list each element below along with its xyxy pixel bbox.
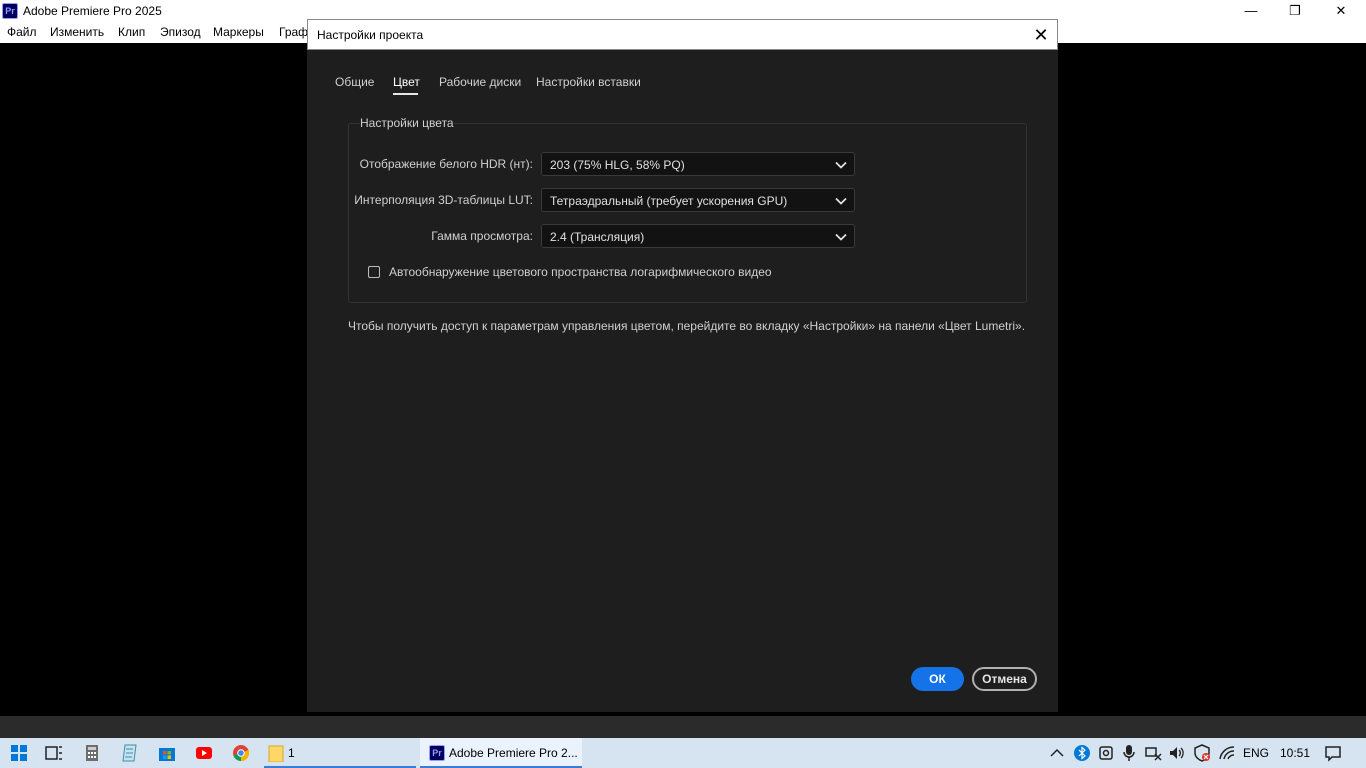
explorer-window-label[interactable]: 1: [288, 746, 295, 760]
calculator-icon[interactable]: [83, 744, 101, 762]
security-shield-icon[interactable]: [1193, 744, 1211, 762]
file-explorer-icon[interactable]: [268, 744, 286, 762]
viewing-gamma-select[interactable]: 2.4 (Трансляция): [541, 224, 855, 248]
tab-ingest-settings[interactable]: Настройки вставки: [536, 75, 641, 89]
group-title: Настройки цвета: [360, 116, 454, 130]
premiere-taskbar-icon: Pr: [429, 745, 445, 761]
tab-color[interactable]: Цвет: [393, 75, 420, 89]
menu-markers[interactable]: Маркеры: [213, 25, 264, 39]
menu-graphics[interactable]: Граф: [279, 25, 308, 39]
volume-icon[interactable]: [1168, 744, 1186, 762]
taskbar: 1 Pr Adobe Premiere Pro 2... ENG 10:51: [0, 738, 1366, 768]
input-language[interactable]: ENG: [1243, 746, 1269, 760]
network-disabled-icon[interactable]: [1144, 744, 1162, 762]
dialog-close-button[interactable]: ✕: [1029, 23, 1053, 47]
lut-interpolation-label: Интерполяция 3D-таблицы LUT:: [354, 193, 533, 207]
log-autodetect-checkbox[interactable]: [368, 266, 380, 278]
hdr-white-label: Отображение белого HDR (нт):: [359, 157, 533, 171]
project-settings-dialog: Настройки проекта ✕ Общие Цвет Рабочие д…: [307, 19, 1058, 712]
tab-general[interactable]: Общие: [335, 75, 374, 89]
microphone-icon[interactable]: [1120, 744, 1138, 762]
minimize-button[interactable]: —: [1228, 0, 1274, 22]
menu-clip[interactable]: Клип: [118, 25, 145, 39]
bluetooth-icon[interactable]: [1073, 744, 1091, 762]
cancel-button[interactable]: Отмена: [972, 667, 1037, 691]
task-view-icon[interactable]: [45, 744, 63, 762]
dialog-titlebar: Настройки проекта ✕: [307, 19, 1058, 50]
tab-scratch-disks[interactable]: Рабочие диски: [439, 75, 521, 89]
lut-interpolation-value: Тетраэдральный (требует ускорения GPU): [550, 194, 788, 208]
chrome-icon[interactable]: [232, 744, 250, 762]
premiere-app-icon: Pr: [2, 3, 18, 19]
dialog-title: Настройки проекта: [317, 28, 424, 42]
chevron-down-icon: [835, 197, 847, 205]
notepad-icon[interactable]: [121, 744, 139, 762]
menu-edit[interactable]: Изменить: [50, 25, 104, 39]
active-tab-indicator: [393, 93, 418, 95]
restore-button[interactable]: ❐: [1272, 0, 1318, 22]
notifications-icon[interactable]: [1324, 744, 1342, 762]
info-text: Чтобы получить доступ к параметрам управ…: [348, 319, 1026, 333]
close-window-button[interactable]: ✕: [1318, 0, 1364, 22]
wifi-icon[interactable]: [1218, 744, 1236, 762]
chevron-down-icon: [835, 233, 847, 241]
taskbar-premiere-button[interactable]: Pr Adobe Premiere Pro 2...: [420, 738, 582, 768]
clock[interactable]: 10:51: [1280, 746, 1310, 760]
app-title: Adobe Premiere Pro 2025: [23, 4, 162, 18]
youtube-icon[interactable]: [195, 744, 213, 762]
chevron-up-icon[interactable]: [1048, 744, 1066, 762]
log-autodetect-label[interactable]: Автообнаружение цветового пространства л…: [389, 265, 772, 279]
chevron-down-icon: [835, 161, 847, 169]
store-icon[interactable]: [158, 744, 176, 762]
hdr-white-select[interactable]: 203 (75% HLG, 58% PQ): [541, 152, 855, 176]
camera-icon[interactable]: [1097, 744, 1115, 762]
lut-interpolation-select[interactable]: Тетраэдральный (требует ускорения GPU): [541, 188, 855, 212]
menu-sequence[interactable]: Эпизод: [160, 25, 201, 39]
viewing-gamma-value: 2.4 (Трансляция): [550, 230, 645, 244]
hdr-white-value: 203 (75% HLG, 58% PQ): [550, 158, 685, 172]
windows-start-icon[interactable]: [10, 744, 28, 762]
status-strip: [0, 716, 1366, 738]
premiere-taskbar-label: Adobe Premiere Pro 2...: [449, 746, 578, 760]
viewing-gamma-label: Гамма просмотра:: [431, 229, 533, 243]
ok-button[interactable]: ОК: [911, 667, 964, 691]
menu-file[interactable]: Файл: [7, 25, 37, 39]
